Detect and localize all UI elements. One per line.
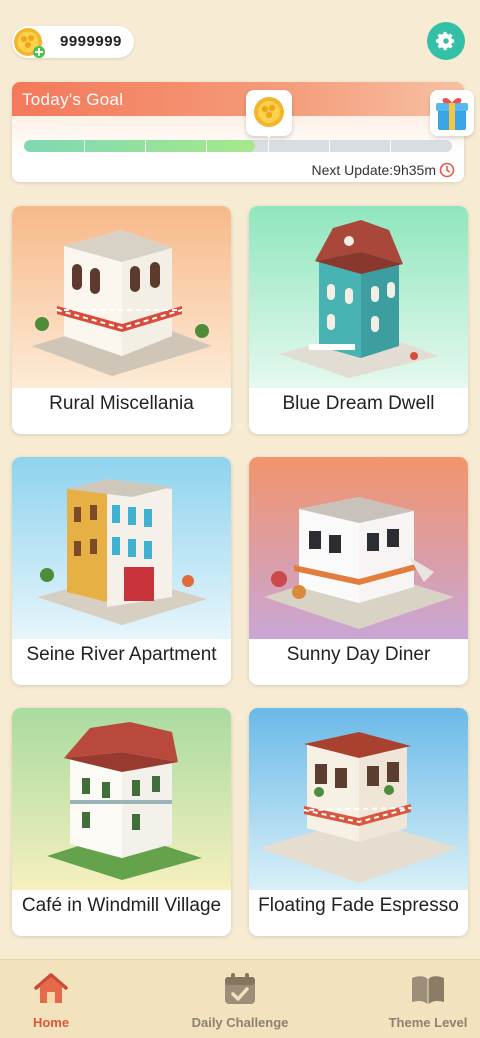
- theme-image: [249, 708, 468, 890]
- goal-final-reward[interactable]: [430, 90, 474, 136]
- theme-title: Sunny Day Diner: [286, 644, 431, 665]
- goal-milestone-reward[interactable]: [246, 90, 292, 138]
- home-icon: [34, 973, 68, 1003]
- theme-card-rural-miscellania[interactable]: Rural Miscellania: [12, 206, 231, 434]
- todays-goal-card: Today's Goal Next Update:9h35m: [12, 82, 474, 182]
- nav-home-label: Home: [32, 1015, 70, 1030]
- gear-icon: [435, 31, 455, 51]
- next-update-text: Next Update:9h35m: [311, 162, 436, 178]
- theme-image: [249, 457, 468, 639]
- theme-image: [12, 206, 231, 388]
- nav-theme-level[interactable]: Theme Level: [368, 960, 480, 1038]
- theme-title: Seine River Apartment: [26, 644, 217, 665]
- goal-progress-bar: [24, 140, 452, 152]
- theme-card-seine-river-apartment[interactable]: Seine River Apartment: [12, 457, 231, 685]
- goal-progress-fill: [24, 140, 256, 152]
- theme-card-cafe-in-windmill-village[interactable]: Café in Windmill Village: [12, 708, 231, 936]
- book-icon: [412, 976, 444, 1004]
- theme-title: Floating Fade Espresso: [258, 895, 459, 916]
- coin-amount: 9999999: [60, 33, 122, 50]
- calendar-check-icon: [225, 973, 255, 1004]
- bottom-navigation: Home Daily Challenge Theme Level: [0, 959, 480, 1038]
- nav-daily-challenge[interactable]: Daily Challenge: [180, 960, 300, 1038]
- nav-daily-challenge-label: Daily Challenge: [191, 1015, 289, 1030]
- gift-icon: [436, 98, 468, 130]
- theme-card-sunny-day-diner[interactable]: Sunny Day Diner: [249, 457, 468, 685]
- nav-theme-level-label: Theme Level: [388, 1015, 468, 1030]
- coin-plus-icon: [14, 28, 45, 58]
- theme-title: Café in Windmill Village: [21, 895, 222, 916]
- coin-balance[interactable]: 9999999: [12, 26, 134, 58]
- theme-title: Blue Dream Dwell: [282, 393, 435, 414]
- theme-image: [12, 708, 231, 890]
- settings-button[interactable]: [427, 22, 465, 60]
- theme-image: [12, 457, 231, 639]
- goal-header: Today's Goal: [12, 82, 464, 116]
- theme-title: Rural Miscellania: [49, 393, 194, 414]
- theme-card-blue-dream-dwell[interactable]: Blue Dream Dwell: [249, 206, 468, 434]
- theme-card-floating-fade-espresso[interactable]: Floating Fade Espresso: [249, 708, 468, 936]
- clock-icon: [439, 162, 455, 178]
- nav-home[interactable]: Home: [0, 960, 111, 1038]
- theme-image: [249, 206, 468, 388]
- coin-reward-icon: [254, 97, 284, 127]
- goal-title: Today's Goal: [22, 90, 124, 109]
